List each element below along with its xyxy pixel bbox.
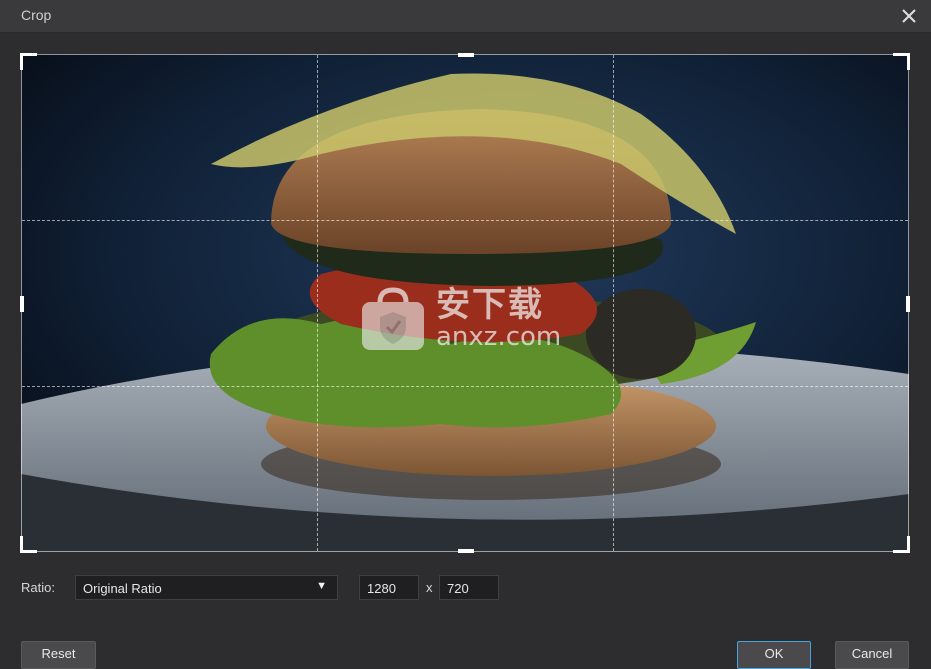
crop-handle-top-right[interactable] — [893, 53, 910, 70]
height-input[interactable]: 720 — [439, 575, 499, 600]
watermark: 安下载 anxz.com — [358, 286, 561, 352]
caret-down-icon: ▼ — [316, 580, 327, 592]
grid-line — [22, 386, 908, 387]
crop-handle-bottom-right[interactable] — [893, 536, 910, 553]
close-button[interactable] — [897, 4, 921, 28]
crop-handle-bottom-left[interactable] — [20, 536, 37, 553]
cancel-button[interactable]: Cancel — [835, 641, 909, 669]
ratio-label: Ratio: — [21, 580, 55, 595]
grid-line — [22, 220, 908, 221]
watermark-text-cn: 安下载 — [436, 285, 544, 325]
reset-button[interactable]: Reset — [21, 641, 96, 669]
width-input[interactable]: 1280 — [359, 575, 419, 600]
crop-handle-top-left[interactable] — [20, 53, 37, 70]
ok-button[interactable]: OK — [737, 641, 811, 669]
ratio-select-value: Original Ratio — [83, 581, 162, 596]
ratio-select[interactable]: Original Ratio ▼ — [75, 575, 338, 600]
title-bar: Crop — [0, 0, 931, 33]
grid-line — [317, 55, 318, 551]
watermark-text-en: anxz.com — [436, 322, 562, 352]
window-title: Crop — [21, 7, 52, 23]
dimension-separator: x — [426, 580, 433, 595]
crop-handle-left[interactable] — [20, 296, 24, 312]
close-icon — [902, 9, 916, 23]
shopping-bag-shield-icon — [362, 287, 424, 350]
grid-line — [613, 55, 614, 551]
crop-handle-right[interactable] — [906, 296, 910, 312]
crop-handle-top[interactable] — [458, 53, 474, 57]
crop-handle-bottom[interactable] — [458, 549, 474, 553]
